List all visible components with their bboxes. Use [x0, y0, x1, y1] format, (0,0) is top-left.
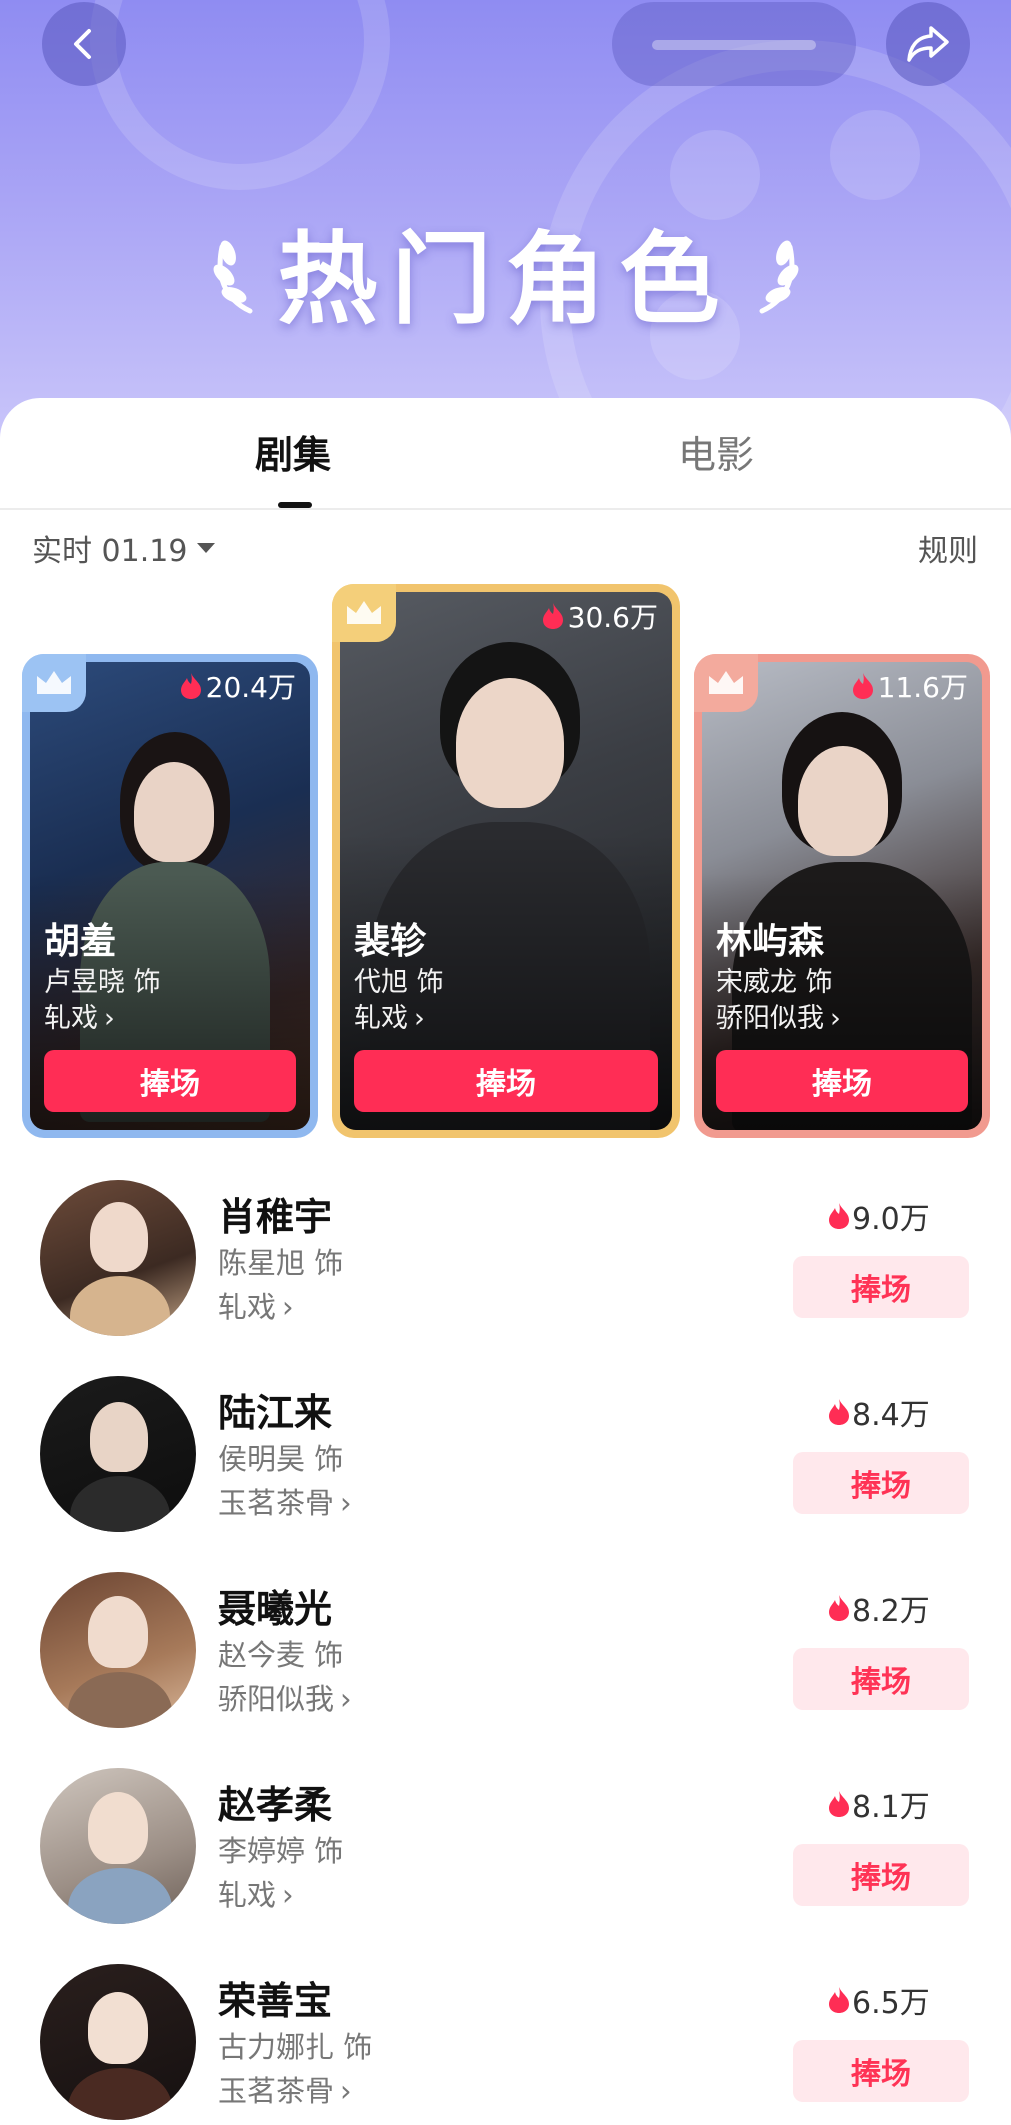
caret-down-icon	[197, 543, 216, 553]
flame-icon	[829, 1203, 849, 1229]
character-name: 裴轸	[354, 921, 427, 962]
chevron-right-icon: ›	[282, 1290, 294, 1324]
rules-link[interactable]: 规则	[918, 526, 978, 570]
actor-name: 陈星旭 饰	[218, 1246, 344, 1280]
chevron-right-icon: ›	[104, 1003, 115, 1034]
actor-name: 卢昱晓 饰	[44, 967, 161, 998]
actor-name: 赵今麦 饰	[218, 1638, 344, 1672]
time-filter-label: 实时 01.19	[32, 534, 188, 569]
flame-icon	[829, 1399, 849, 1425]
actor-name: 侯明昊 饰	[218, 1442, 344, 1476]
chevron-right-icon: ›	[414, 1003, 425, 1034]
support-button[interactable]: 捧场	[793, 1452, 969, 1514]
flame-icon	[829, 1791, 849, 1817]
avatar	[40, 1376, 196, 1532]
show-link[interactable]: 玉茗茶骨 ›	[218, 2068, 352, 2110]
chevron-right-icon: ›	[340, 1682, 352, 1716]
show-link[interactable]: 轧戏 ›	[354, 996, 425, 1035]
flame-icon	[542, 603, 563, 629]
header-banner: 热门角色	[0, 0, 1011, 440]
film-reel-decoration	[90, 0, 390, 190]
crown-icon	[22, 654, 86, 712]
chevron-right-icon: ›	[830, 1003, 841, 1034]
character-name: 陆江来	[218, 1391, 333, 1435]
avatar	[40, 1572, 196, 1728]
flame-icon	[829, 1987, 849, 2013]
flame-icon	[829, 1595, 849, 1621]
divider	[0, 508, 1011, 510]
heat-score: 20.4万	[180, 666, 296, 706]
support-button[interactable]: 捧场	[354, 1050, 658, 1112]
support-button[interactable]: 捧场	[793, 1648, 969, 1710]
show-link[interactable]: 轧戏 ›	[44, 996, 115, 1035]
list-item[interactable]: 荣善宝 古力娜扎 饰 玉茗茶骨 › 6.5万 捧场	[0, 1964, 1011, 2125]
heat-score: 8.1万	[828, 1782, 930, 1826]
chevron-right-icon: ›	[282, 1878, 294, 1912]
support-button[interactable]: 捧场	[793, 1256, 969, 1318]
laurel-icon	[759, 240, 798, 314]
character-name: 肖稚宇	[218, 1195, 333, 1239]
back-button[interactable]	[42, 2, 126, 86]
chevron-right-icon: ›	[340, 2074, 352, 2108]
heat-score: 30.6万	[542, 596, 658, 636]
crown-icon	[694, 654, 758, 712]
search-pill[interactable]	[612, 2, 856, 86]
chevron-right-icon: ›	[340, 1486, 352, 1520]
heat-score: 8.4万	[828, 1390, 930, 1434]
show-link[interactable]: 玉茗茶骨 ›	[218, 1480, 352, 1522]
character-name: 荣善宝	[218, 1979, 333, 2023]
top-card-rank-2[interactable]: 20.4万 胡羞 卢昱晓 饰 轧戏 › 捧场	[22, 654, 318, 1138]
actor-name: 古力娜扎 饰	[218, 2030, 373, 2064]
time-filter-dropdown[interactable]: 实时 01.19	[32, 526, 217, 570]
top-card-rank-3[interactable]: 11.6万 林屿森 宋威龙 饰 骄阳似我 › 捧场	[694, 654, 990, 1138]
heat-score: 6.5万	[828, 1978, 930, 2022]
character-name: 赵孝柔	[218, 1783, 333, 1827]
support-button[interactable]: 捧场	[793, 1844, 969, 1906]
crown-icon	[332, 584, 396, 642]
character-name: 林屿森	[716, 921, 825, 962]
show-link[interactable]: 轧戏 ›	[218, 1872, 294, 1914]
share-button[interactable]	[886, 2, 970, 86]
list-item[interactable]: 肖稚宇 陈星旭 饰 轧戏 › 9.0万 捧场	[0, 1180, 1011, 1376]
flame-icon	[852, 673, 873, 699]
show-link[interactable]: 轧戏 ›	[218, 1284, 294, 1326]
actor-name: 代旭 饰	[354, 967, 444, 998]
actor-name: 宋威龙 饰	[716, 967, 833, 998]
share-icon	[907, 26, 949, 62]
page-title: 热门角色	[277, 220, 734, 338]
list-item[interactable]: 聂曦光 赵今麦 饰 骄阳似我 › 8.2万 捧场	[0, 1572, 1011, 1768]
heat-score: 8.2万	[828, 1586, 930, 1630]
top-card-rank-1[interactable]: 30.6万 裴轸 代旭 饰 轧戏 › 捧场	[332, 584, 680, 1138]
back-arrow-icon	[74, 29, 91, 59]
character-name: 胡羞	[44, 921, 117, 962]
character-name: 聂曦光	[218, 1587, 333, 1631]
heat-score: 11.6万	[852, 666, 968, 706]
tab-movies[interactable]: 电影	[678, 424, 754, 479]
support-button[interactable]: 捧场	[716, 1050, 968, 1112]
avatar	[40, 1768, 196, 1924]
tab-bar: 剧集 电影	[0, 398, 1011, 508]
list-item[interactable]: 陆江来 侯明昊 饰 玉茗茶骨 › 8.4万 捧场	[0, 1376, 1011, 1572]
support-button[interactable]: 捧场	[44, 1050, 296, 1112]
list-item[interactable]: 赵孝柔 李婷婷 饰 轧戏 › 8.1万 捧场	[0, 1768, 1011, 1964]
show-link[interactable]: 骄阳似我 ›	[716, 996, 841, 1035]
actor-name: 李婷婷 饰	[218, 1834, 344, 1868]
show-link[interactable]: 骄阳似我 ›	[218, 1676, 352, 1718]
avatar	[40, 1180, 196, 1336]
tab-series[interactable]: 剧集	[255, 424, 331, 479]
flame-icon	[180, 673, 201, 699]
support-button[interactable]: 捧场	[793, 2040, 969, 2102]
heat-score: 9.0万	[828, 1194, 930, 1238]
avatar	[40, 1964, 196, 2120]
laurel-icon	[213, 240, 252, 314]
content-panel: 剧集 电影 实时 01.19 规则 20.4万 胡羞 卢昱晓 饰 轧戏› 捧场	[0, 398, 1011, 2125]
